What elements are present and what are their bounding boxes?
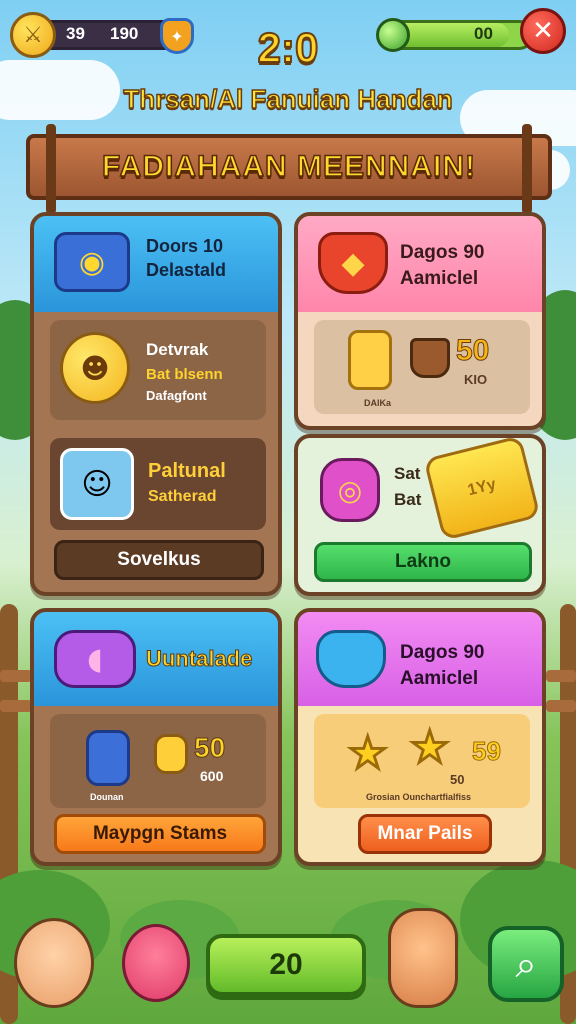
- offer-price: Bat blsenn: [146, 366, 223, 383]
- stamp-offer[interactable]: 50 600 Dounan: [50, 714, 266, 808]
- star-offer[interactable]: ★ ★ 59 50 Grosian Ounchartfialfiss: [314, 714, 530, 808]
- blue-bag-icon: [316, 630, 386, 688]
- ticket-text: 1Yy: [466, 475, 498, 500]
- food-label: DAlKa: [364, 398, 392, 408]
- card-header: ◖ Uuntalade: [34, 612, 278, 706]
- card-subtitle: Aamiclel: [400, 668, 479, 689]
- offer-desc: Satherad: [148, 488, 217, 505]
- card-action-button[interactable]: Sovelkus: [54, 540, 264, 580]
- offer-row-1[interactable]: ☻ Detvrak Bat blsenn Dafagfont: [50, 320, 266, 420]
- cup-icon: [410, 338, 450, 378]
- banner-title: FADIAHAAN MEENNAIN!: [101, 149, 476, 184]
- card-stars: Dagos 90 Aamiclel ★ ★ 59 50 Grosian Ounc…: [294, 608, 546, 866]
- scroll-icon: ◖: [54, 630, 136, 688]
- star-icon: ★: [347, 728, 388, 779]
- bottom-bar: 20 ⌕: [0, 904, 576, 1024]
- star-icon: ★: [409, 722, 450, 773]
- offer-title: Paltunal: [148, 460, 226, 482]
- card-title: Dagos 90: [400, 242, 485, 263]
- ticket-icon: 1Yy: [423, 438, 541, 541]
- card-stamps: ◖ Uuntalade 50 600 Dounan Maypgn Stams: [30, 608, 282, 866]
- card-title: Dagos 90: [400, 642, 485, 663]
- backpack-icon: [86, 730, 130, 786]
- card-shop-left: ◉ Doors 10 Delastald ☻ Detvrak Bat blsen…: [30, 212, 282, 596]
- title-banner: FADIAHAAN MEENNAIN!: [26, 124, 552, 214]
- play-button[interactable]: 20: [206, 934, 366, 996]
- card-header: Dagos 90 Aamiclel: [298, 612, 542, 706]
- timer-icon: ◎: [320, 458, 380, 522]
- player-avatar[interactable]: [14, 918, 94, 1008]
- ticket-title: Sat: [394, 464, 421, 483]
- card-header: ◆ Dagos 90 Aamiclel: [298, 216, 542, 312]
- star-value: 59: [472, 736, 502, 767]
- card-header: ◉ Doors 10 Delastald: [34, 216, 278, 312]
- stamp-value: 50: [193, 732, 226, 764]
- stamp-sub-value: 600: [200, 768, 224, 784]
- card-action-button[interactable]: Lakno: [314, 542, 532, 582]
- subtitle: Thrsan/Al Fanuian Handan: [123, 83, 454, 115]
- bread-icon: [348, 330, 392, 390]
- food-offer[interactable]: 50 KIO DAlKa: [314, 320, 530, 414]
- offer-desc: Dafagfont: [146, 388, 207, 403]
- card-action-button[interactable]: Mnar Pails: [358, 814, 492, 854]
- stamp-label: Dounan: [90, 792, 124, 802]
- bag-icon: ◉: [54, 232, 130, 292]
- food-sub-value: KIO: [464, 372, 488, 387]
- star-label: Grosian Ounchartfialfiss: [366, 792, 472, 802]
- npc-avatar[interactable]: [388, 908, 458, 1008]
- gold-crate-icon: [154, 734, 188, 774]
- card-food: ◆ Dagos 90 Aamiclel 50 KIO DAlKa: [294, 212, 546, 430]
- hero-portrait-icon: ☺: [60, 448, 134, 520]
- card-title: Doors 10: [146, 236, 224, 256]
- pet-avatar[interactable]: [122, 924, 190, 1002]
- card-ticket: ◎ Sat Bat 1Yy Lakno: [294, 434, 546, 596]
- card-action-button[interactable]: Maypgn Stams: [54, 814, 266, 854]
- offer-row-2[interactable]: ☺ Paltunal Satherad: [50, 438, 266, 530]
- search-button[interactable]: ⌕: [488, 926, 564, 1002]
- card-subtitle: Delastald: [146, 260, 227, 280]
- food-value: 50: [455, 334, 490, 368]
- card-title: Uuntalade: [145, 646, 253, 672]
- offer-title: Detvrak: [146, 340, 209, 359]
- ticket-subtitle: Bat: [394, 490, 422, 509]
- food-pot-icon: ◆: [318, 232, 388, 294]
- score-display: 2:0: [257, 23, 320, 72]
- smiley-icon: ☻: [60, 332, 130, 404]
- magnifier-icon: ⌕: [515, 941, 537, 986]
- star-sub-value: 50: [450, 772, 465, 787]
- card-subtitle: Aamiclel: [400, 268, 479, 289]
